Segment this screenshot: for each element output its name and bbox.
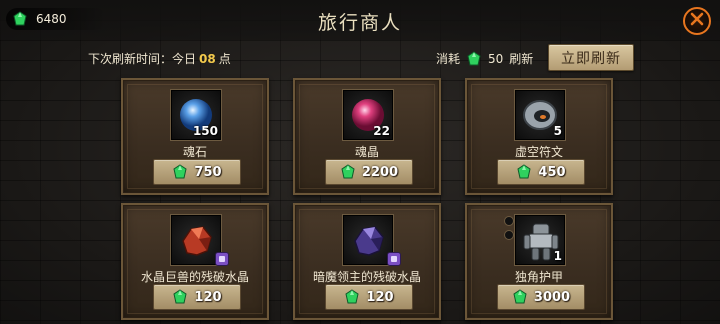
item-price: 3000 [533,289,571,305]
next-refresh-time: 下次刷新时间：今日 08 点 [88,50,231,67]
shop-item-card[interactable]: 5 虚空符文 450 [465,78,613,195]
item-price: 750 [194,164,222,180]
next-refresh-label: 下次刷新时间：今日 [88,52,197,66]
page-title: 旅行商人 [317,12,402,34]
cost-suffix: 刷新 [509,52,534,66]
item-slot [171,215,229,266]
gem-icon [344,289,360,305]
refresh-cost: 消耗 50 刷新 [436,50,533,67]
gem-icon [516,164,532,180]
buy-button[interactable]: 120 [325,284,413,310]
item-price: 120 [194,289,222,305]
purple-crystal-icon [349,221,389,265]
item-slot [343,215,401,266]
buy-button[interactable]: 750 [153,159,241,185]
cost-label: 消耗 [436,52,461,66]
shop-item-card[interactable]: 1 独角护甲 3000 [465,203,613,320]
equipment-slot-dots [504,216,514,244]
item-price: 120 [366,289,394,305]
gem-icon [466,50,482,67]
gem-icon [340,164,356,180]
next-refresh-unit: 点 [218,52,231,66]
red-crystal-icon [177,221,217,265]
item-name: 魂晶 [354,145,379,159]
gem-icon [512,289,528,305]
item-slot: 150 [171,90,221,140]
refresh-now-button[interactable]: 立即刷新 [548,44,634,71]
item-name: 虚空符文 [514,145,563,159]
buy-button[interactable]: 120 [153,284,241,310]
item-quantity: 22 [373,124,390,138]
item-slot: 22 [343,90,393,140]
item-price: 450 [538,164,566,180]
close-button[interactable] [683,7,711,35]
item-name: 独角护甲 [514,270,563,284]
shop-item-card[interactable]: 22 魂晶 2200 [293,78,441,195]
buy-button[interactable]: 3000 [497,284,585,310]
item-name: 暗魔领主的残破水晶 [312,270,421,284]
item-quantity: 1 [553,249,562,263]
item-slot: 5 [515,90,565,140]
box-icon [387,252,401,266]
gem-icon [172,289,188,305]
next-refresh-hour: 08 [199,52,216,66]
box-icon [215,252,229,266]
item-name: 水晶巨兽的残破水晶 [140,270,249,284]
cost-amount: 50 [488,51,504,66]
shop-item-card[interactable]: 水晶巨兽的残破水晶 120 [121,203,269,320]
item-name: 魂石 [182,145,207,159]
gem-icon [172,164,188,180]
item-quantity: 150 [192,124,218,138]
item-price: 2200 [361,164,399,180]
buy-button[interactable]: 2200 [325,159,413,185]
close-icon [689,11,705,31]
item-slot: 1 [504,215,565,265]
buy-button[interactable]: 450 [497,159,585,185]
shop-item-card[interactable]: 暗魔领主的残破水晶 120 [293,203,441,320]
item-quantity: 5 [553,124,562,138]
shop-item-card[interactable]: 150 魂石 750 [121,78,269,195]
